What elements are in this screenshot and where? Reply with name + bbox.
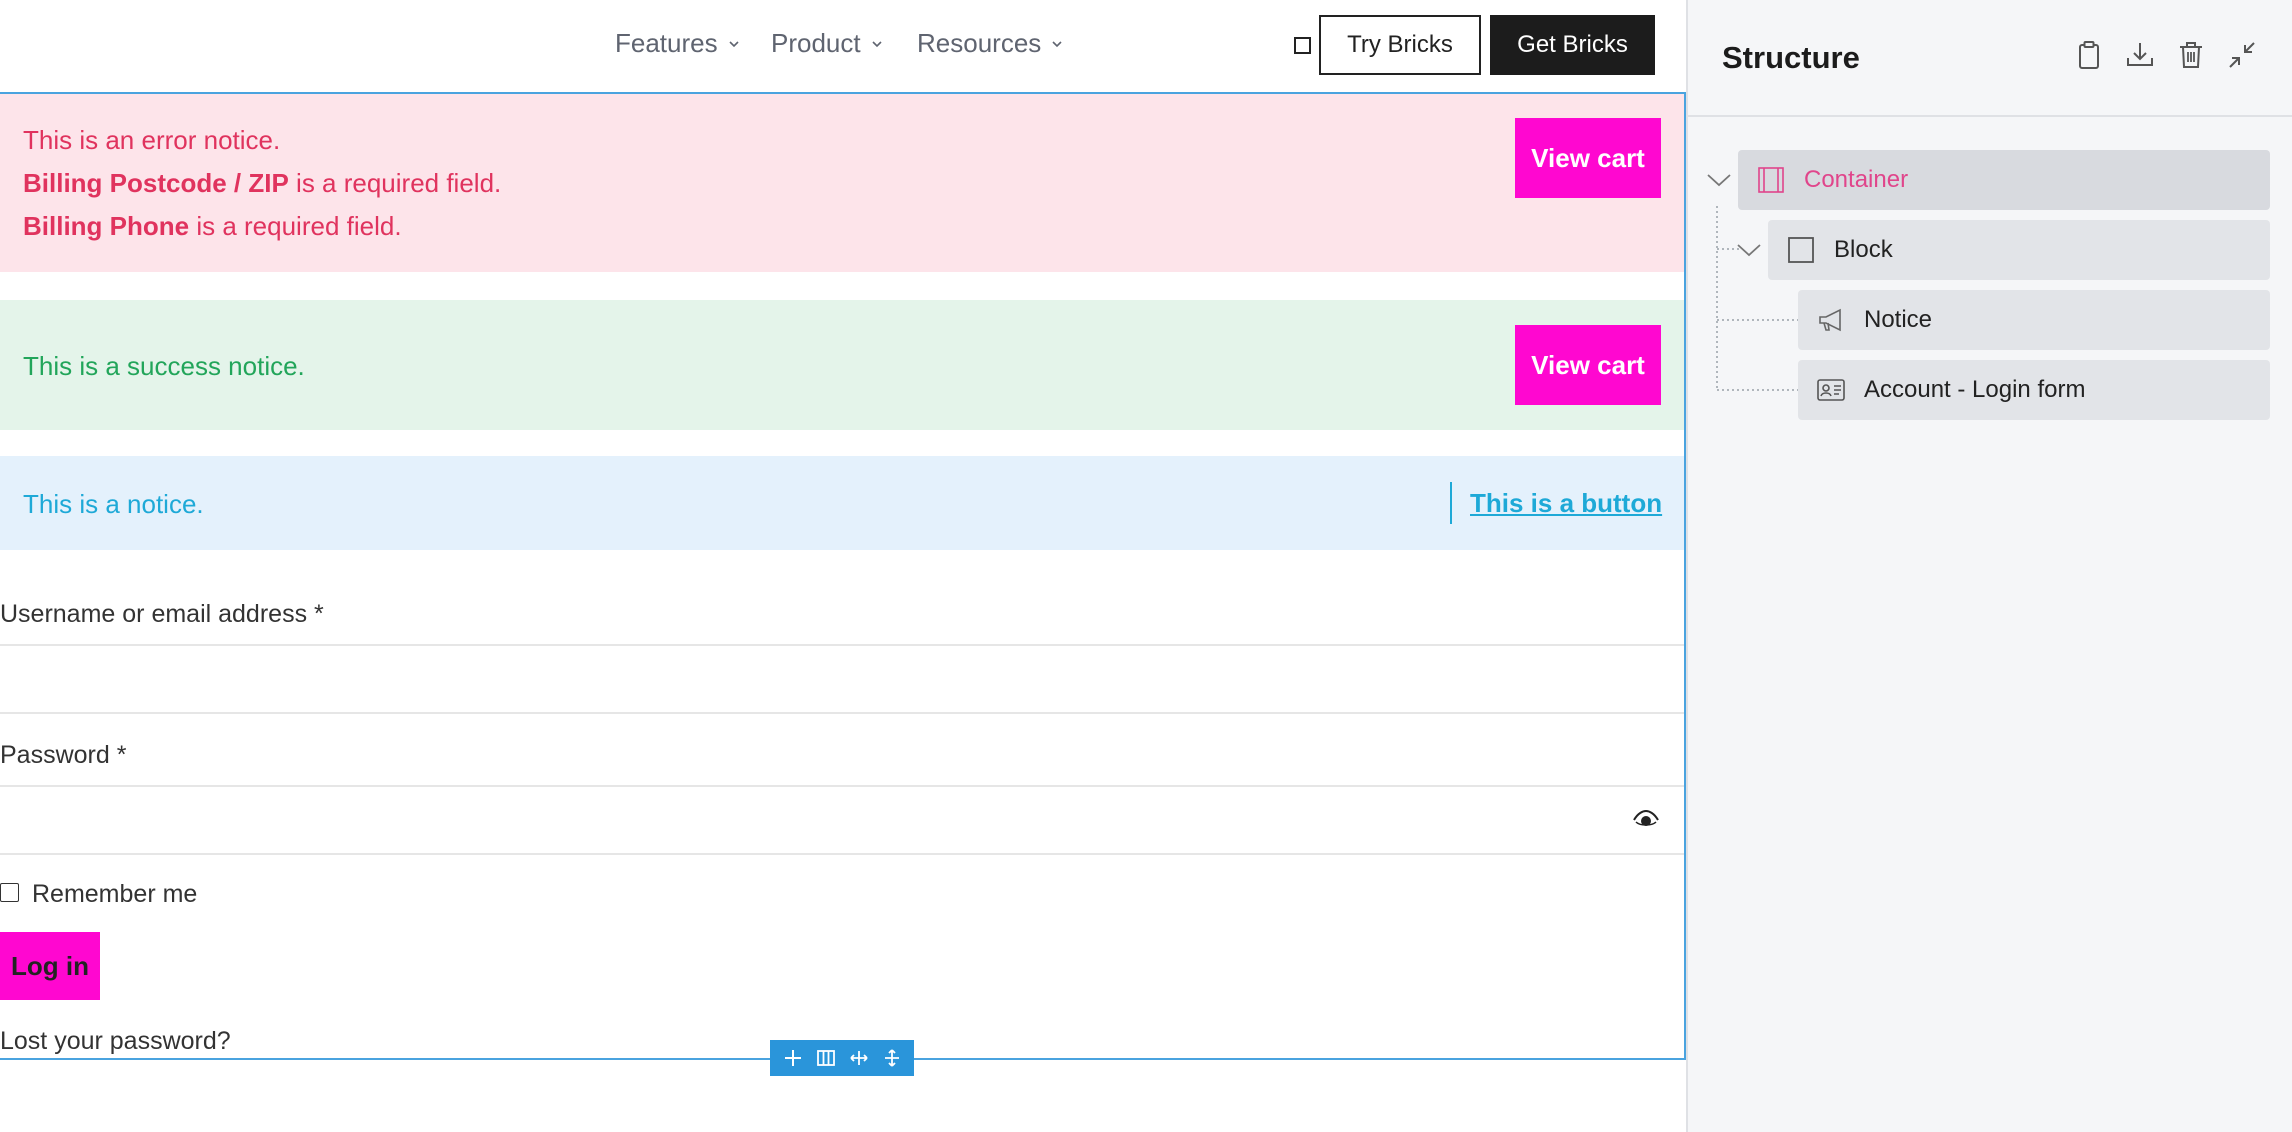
height-icon[interactable] xyxy=(881,1047,903,1069)
chevron-down-icon xyxy=(872,40,882,47)
chevron-down-icon[interactable] xyxy=(1736,242,1762,258)
width-icon[interactable] xyxy=(848,1047,870,1069)
clipboard-icon[interactable] xyxy=(2072,38,2106,72)
megaphone-icon xyxy=(1819,308,1841,332)
remember-me-checkbox[interactable] xyxy=(0,883,19,902)
password-input[interactable] xyxy=(0,785,1686,855)
error-field-name: Billing Phone xyxy=(23,211,190,241)
success-notice-text: This is a success notice. xyxy=(23,351,305,381)
error-notice-line: Billing Postcode / ZIP is a required fie… xyxy=(23,168,501,199)
chevron-down-icon xyxy=(729,40,739,47)
container-icon xyxy=(1758,167,1784,193)
divider xyxy=(1450,482,1452,524)
nav-item-product[interactable]: Product xyxy=(771,28,883,59)
notice-link-button[interactable]: This is a button xyxy=(1470,488,1662,519)
eye-icon[interactable] xyxy=(1633,809,1659,831)
collapse-icon[interactable] xyxy=(2225,38,2259,72)
error-message: is a required field. xyxy=(189,211,402,241)
remember-me-label[interactable]: Remember me xyxy=(32,880,197,909)
info-notice-text: This is a notice. xyxy=(23,489,204,519)
try-bricks-button[interactable]: Try Bricks xyxy=(1319,15,1481,75)
info-notice: This is a notice. This is a button xyxy=(0,456,1684,550)
block-icon xyxy=(1788,237,1814,263)
error-notice-line: This is an error notice. xyxy=(23,125,281,155)
columns-icon[interactable] xyxy=(815,1047,837,1069)
nav-item-resources[interactable]: Resources xyxy=(917,28,1063,59)
chevron-down-icon[interactable] xyxy=(1706,172,1732,188)
username-input[interactable] xyxy=(0,644,1684,714)
nav-item-label: Resources xyxy=(917,28,1042,58)
id-card-icon xyxy=(1817,379,1845,401)
download-icon[interactable] xyxy=(2123,38,2157,72)
structure-panel-header: Structure xyxy=(1688,0,2292,117)
tree-item-container[interactable]: Container xyxy=(1738,150,2270,210)
square-icon[interactable] xyxy=(1294,37,1311,54)
tree-item-label: Notice xyxy=(1864,306,1933,333)
element-toolbar xyxy=(770,1040,914,1076)
view-cart-button[interactable]: View cart xyxy=(1515,118,1661,198)
error-notice: This is an error notice. Billing Postcod… xyxy=(0,94,1684,272)
plus-icon[interactable] xyxy=(782,1047,804,1069)
chevron-down-icon xyxy=(1052,40,1062,47)
panel-title: Structure xyxy=(1722,40,1860,75)
view-cart-button[interactable]: View cart xyxy=(1515,325,1661,405)
error-notice-line: Billing Phone is a required field. xyxy=(23,211,402,242)
top-navigation: Features Product Resources Try Bricks Ge… xyxy=(0,0,1686,92)
lost-password-link[interactable]: Lost your password? xyxy=(0,1027,231,1056)
username-label: Username or email address * xyxy=(0,600,324,628)
nav-item-label: Product xyxy=(771,28,861,58)
nav-item-label: Features xyxy=(615,28,718,58)
get-bricks-button[interactable]: Get Bricks xyxy=(1490,15,1655,75)
tree-item-notice[interactable]: Notice xyxy=(1798,290,2270,350)
tree-item-block[interactable]: Block xyxy=(1768,220,2270,280)
tree-item-label: Block xyxy=(1834,236,1893,263)
trash-icon[interactable] xyxy=(2174,38,2208,72)
tree-item-label: Account - Login form xyxy=(1864,376,2086,403)
nav-item-features[interactable]: Features xyxy=(615,28,740,59)
error-field-name: Billing Postcode / ZIP xyxy=(23,168,289,198)
success-notice: This is a success notice. View cart xyxy=(0,300,1684,430)
builder-canvas: Features Product Resources Try Bricks Ge… xyxy=(0,0,1686,1132)
password-label: Password * xyxy=(0,741,127,769)
tree-item-login-form[interactable]: Account - Login form xyxy=(1798,360,2270,420)
error-message: is a required field. xyxy=(288,168,502,198)
structure-panel: Structure Container Block Notice Account… xyxy=(1686,0,2292,1132)
login-button[interactable]: Log in xyxy=(0,932,100,1000)
tree-item-label: Container xyxy=(1804,166,1909,193)
